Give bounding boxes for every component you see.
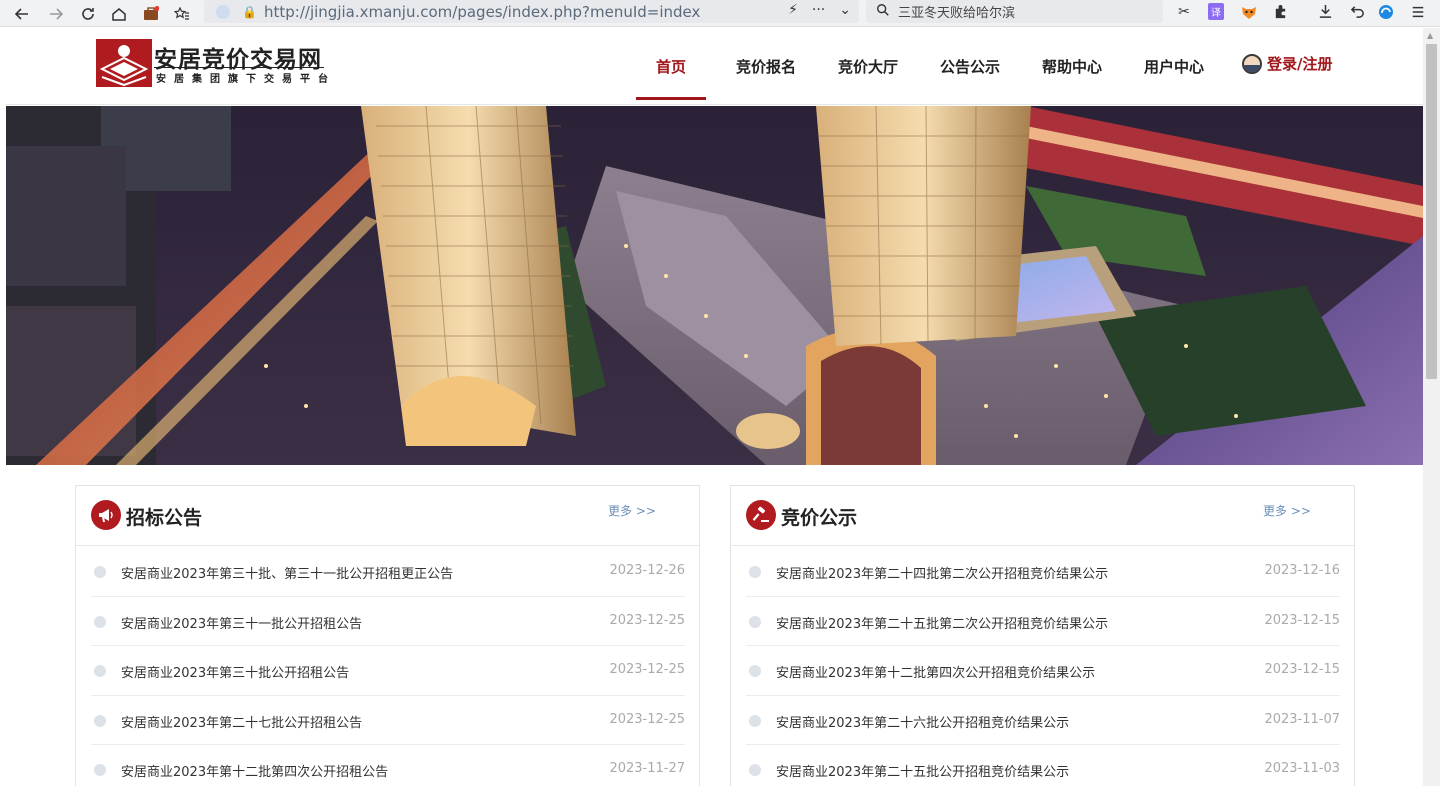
browser-toolbar: 🔒 http://jingjia.xmanju.com/pages/index.… bbox=[0, 0, 1440, 27]
list-item[interactable]: 安居商业2023年第二十六批公开招租竞价结果公示 2023-11-07 bbox=[746, 696, 1340, 745]
result-list: 安居商业2023年第二十四批第二次公开招租竞价结果公示 2023-12-16 安居… bbox=[746, 547, 1340, 786]
address-bar[interactable]: 🔒 http://jingjia.xmanju.com/pages/index.… bbox=[204, 0, 859, 23]
item-date: 2023-12-15 bbox=[1264, 662, 1340, 677]
list-item[interactable]: 安居商业2023年第二十四批第二次公开招租竞价结果公示 2023-12-16 bbox=[746, 547, 1340, 597]
item-date: 2023-11-03 bbox=[1264, 761, 1340, 776]
item-title[interactable]: 安居商业2023年第二十七批公开招租公告 bbox=[121, 712, 362, 731]
menu-icon[interactable] bbox=[1404, 0, 1432, 23]
panel-header: 招标公告 更多 >> bbox=[76, 486, 699, 546]
nav-item-home[interactable]: 首页 bbox=[636, 28, 706, 104]
item-title[interactable]: 安居商业2023年第二十五批第二次公开招租竞价结果公示 bbox=[776, 613, 1108, 632]
site-header: 安居竞价交易网 安居集团旗下交易平台 首页 竞价报名 竞价大厅 公告公示 帮助中… bbox=[6, 28, 1423, 105]
reload-icon[interactable] bbox=[72, 0, 104, 27]
scroll-up-icon[interactable]: ▲ bbox=[1427, 31, 1433, 40]
list-item[interactable]: 安居商业2023年第三十批公开招租公告 2023-12-25 bbox=[91, 646, 685, 696]
back-icon[interactable] bbox=[6, 0, 38, 27]
bullet-icon bbox=[749, 566, 761, 578]
announcement-list: 安居商业2023年第三十批、第三十一批公开招租更正公告 2023-12-26 安居… bbox=[91, 547, 685, 786]
scissors-icon[interactable]: ✂ bbox=[1170, 0, 1198, 23]
hero-banner[interactable] bbox=[6, 106, 1423, 465]
bullet-icon bbox=[94, 764, 106, 776]
download-icon[interactable] bbox=[1311, 0, 1339, 23]
logo-mark-icon bbox=[96, 39, 152, 87]
login-label: 登录/注册 bbox=[1267, 55, 1333, 73]
search-box[interactable]: 三亚冬天败给哈尔滨 bbox=[866, 0, 1163, 23]
undo-icon[interactable] bbox=[1343, 0, 1371, 23]
list-item[interactable]: 安居商业2023年第二十七批公开招租公告 2023-12-25 bbox=[91, 696, 685, 745]
item-date: 2023-12-15 bbox=[1264, 612, 1340, 628]
site-icon bbox=[216, 4, 230, 19]
bullet-icon bbox=[749, 764, 761, 776]
item-date: 2023-11-27 bbox=[609, 761, 685, 776]
list-item[interactable]: 安居商业2023年第三十批、第三十一批公开招租更正公告 2023-12-26 bbox=[91, 547, 685, 597]
bullet-icon bbox=[94, 566, 106, 578]
user-avatar-icon bbox=[1242, 53, 1262, 74]
item-date: 2023-11-07 bbox=[1264, 711, 1340, 727]
panel-header: 竞价公示 更多 >> bbox=[731, 486, 1354, 546]
extensions-puzzle-icon[interactable] bbox=[1266, 0, 1294, 23]
bullet-icon bbox=[749, 714, 761, 727]
logo-divider bbox=[154, 67, 324, 68]
fox-extension-icon[interactable] bbox=[1235, 0, 1263, 23]
nav-item-announcements[interactable]: 公告公示 bbox=[923, 28, 1017, 104]
panel-title: 招标公告 bbox=[126, 507, 203, 529]
translate-icon[interactable]: 译 bbox=[1202, 0, 1230, 23]
nav-item-help-center[interactable]: 帮助中心 bbox=[1025, 28, 1119, 104]
list-item[interactable]: 安居商业2023年第三十一批公开招租公告 2023-12-25 bbox=[91, 597, 685, 646]
item-title[interactable]: 安居商业2023年第三十一批公开招租公告 bbox=[121, 613, 362, 632]
nav-item-registration[interactable]: 竞价报名 bbox=[719, 28, 813, 104]
item-title[interactable]: 安居商业2023年第十二批第四次公开招租公告 bbox=[121, 761, 388, 780]
panel-title: 竞价公示 bbox=[781, 507, 858, 529]
tender-announcement-panel: 招标公告 更多 >> 安居商业2023年第三十批、第三十一批公开招租更正公告 20… bbox=[75, 485, 700, 786]
item-title[interactable]: 安居商业2023年第二十五批公开招租竞价结果公示 bbox=[776, 761, 1069, 780]
browser-logo-icon[interactable] bbox=[1372, 0, 1400, 23]
item-date: 2023-12-25 bbox=[609, 612, 685, 628]
item-date: 2023-12-16 bbox=[1264, 563, 1340, 578]
list-item[interactable]: 安居商业2023年第十二批第四次公开招租公告 2023-11-27 bbox=[91, 745, 685, 786]
more-link[interactable]: 更多 >> bbox=[608, 502, 656, 519]
item-title[interactable]: 安居商业2023年第三十批公开招租公告 bbox=[121, 662, 349, 681]
more-icon[interactable]: ··· bbox=[812, 2, 825, 18]
url-text[interactable]: http://jingjia.xmanju.com/pages/index.ph… bbox=[264, 3, 700, 21]
site-logo[interactable]: 安居竞价交易网 安居集团旗下交易平台 bbox=[96, 39, 336, 87]
web-page: 安居竞价交易网 安居集团旗下交易平台 首页 竞价报名 竞价大厅 公告公示 帮助中… bbox=[6, 28, 1423, 786]
logo-title: 安居竞价交易网 bbox=[154, 47, 322, 73]
list-item[interactable]: 安居商业2023年第二十五批第二次公开招租竞价结果公示 2023-12-15 bbox=[746, 597, 1340, 646]
favorites-icon[interactable] bbox=[166, 0, 198, 27]
scrollbar-thumb[interactable] bbox=[1426, 44, 1437, 379]
item-date: 2023-12-26 bbox=[609, 563, 685, 578]
login-register-link[interactable]: 登录/注册 bbox=[1242, 53, 1332, 74]
page-scrollbar[interactable]: ▲ bbox=[1423, 28, 1440, 786]
forward-icon[interactable] bbox=[40, 0, 72, 27]
lightning-icon[interactable]: ⚡ bbox=[788, 2, 798, 18]
bullet-icon bbox=[749, 665, 761, 677]
chevron-down-icon[interactable]: ⌄ bbox=[839, 2, 851, 18]
bullet-icon bbox=[94, 665, 106, 677]
logo-subtitle: 安居集团旗下交易平台 bbox=[156, 74, 336, 85]
item-title[interactable]: 安居商业2023年第二十四批第二次公开招租竞价结果公示 bbox=[776, 563, 1108, 582]
bullet-icon bbox=[94, 714, 106, 727]
banner-image bbox=[6, 106, 1423, 465]
bidding-result-panel: 竞价公示 更多 >> 安居商业2023年第二十四批第二次公开招租竞价结果公示 20… bbox=[730, 485, 1355, 786]
search-icon bbox=[876, 3, 890, 21]
nav-item-bidding-hall[interactable]: 竞价大厅 bbox=[821, 28, 915, 104]
item-title[interactable]: 安居商业2023年第十二批第四次公开招租竞价结果公示 bbox=[776, 662, 1095, 681]
search-input[interactable]: 三亚冬天败给哈尔滨 bbox=[898, 2, 1015, 21]
gavel-icon bbox=[746, 500, 776, 530]
bullet-icon bbox=[94, 615, 106, 628]
list-item[interactable]: 安居商业2023年第二十五批公开招租竞价结果公示 2023-11-03 bbox=[746, 745, 1340, 786]
item-date: 2023-12-25 bbox=[609, 662, 685, 677]
more-link[interactable]: 更多 >> bbox=[1263, 502, 1311, 519]
nav-item-user-center[interactable]: 用户中心 bbox=[1127, 28, 1221, 104]
list-item[interactable]: 安居商业2023年第十二批第四次公开招租竞价结果公示 2023-12-15 bbox=[746, 646, 1340, 696]
main-nav: 首页 竞价报名 竞价大厅 公告公示 帮助中心 用户中心 bbox=[636, 28, 1221, 104]
briefcase-icon[interactable] bbox=[135, 0, 167, 27]
insecure-lock-icon[interactable]: 🔒 bbox=[242, 5, 257, 19]
item-title[interactable]: 安居商业2023年第三十批、第三十一批公开招租更正公告 bbox=[121, 563, 453, 582]
item-date: 2023-12-25 bbox=[609, 711, 685, 727]
home-icon[interactable] bbox=[103, 0, 135, 27]
item-title[interactable]: 安居商业2023年第二十六批公开招租竞价结果公示 bbox=[776, 712, 1069, 731]
megaphone-icon bbox=[91, 500, 121, 530]
bullet-icon bbox=[749, 615, 761, 628]
